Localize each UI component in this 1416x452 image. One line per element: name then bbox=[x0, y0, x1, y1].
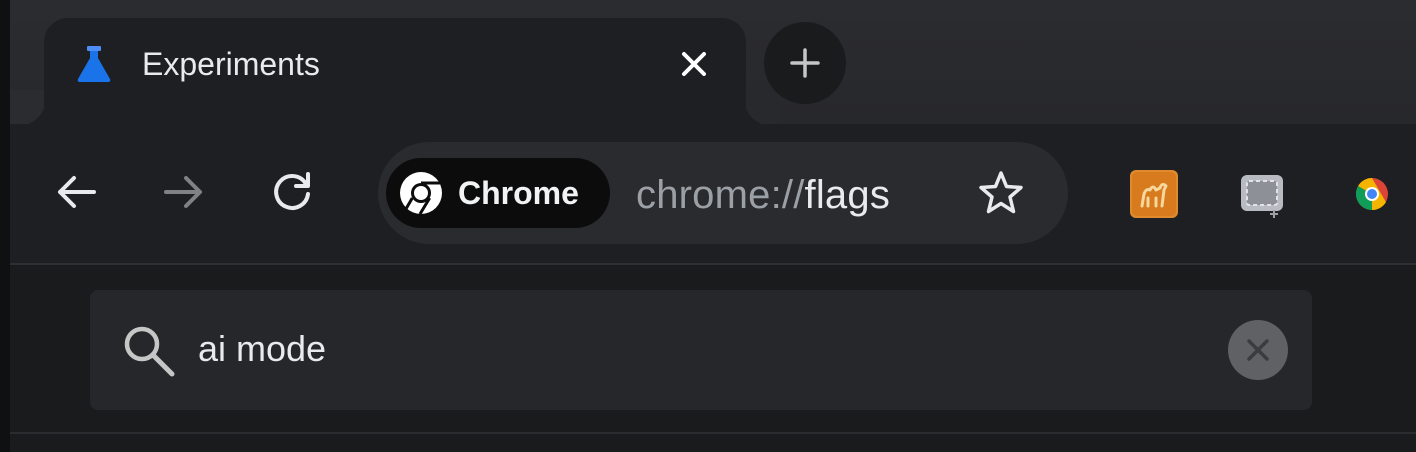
search-input[interactable] bbox=[198, 326, 1198, 372]
tab-curve-left bbox=[10, 90, 46, 126]
close-icon[interactable] bbox=[674, 44, 714, 84]
chrome-icon bbox=[400, 172, 442, 215]
content-divider bbox=[10, 432, 1416, 434]
new-tab-button[interactable] bbox=[764, 22, 846, 104]
chrome-extension-icon[interactable] bbox=[1346, 168, 1398, 220]
screenshot-extension-icon[interactable] bbox=[1236, 168, 1288, 220]
url-text[interactable]: chrome://flags bbox=[636, 172, 890, 218]
tab-curve-right bbox=[744, 90, 780, 126]
camel-extension-icon[interactable] bbox=[1128, 168, 1180, 220]
clear-search-button[interactable] bbox=[1228, 320, 1288, 380]
plus-icon bbox=[790, 48, 820, 78]
clear-icon bbox=[1247, 339, 1269, 361]
reload-button[interactable] bbox=[266, 166, 318, 218]
star-outline-icon[interactable] bbox=[976, 168, 1026, 218]
site-chip-label: Chrome bbox=[458, 175, 579, 211]
flask-icon bbox=[77, 46, 111, 82]
url-scheme: chrome:// bbox=[636, 173, 805, 217]
forward-button[interactable] bbox=[158, 166, 210, 218]
tab-title: Experiments bbox=[142, 46, 320, 82]
search-icon bbox=[124, 326, 175, 377]
window-edge bbox=[0, 0, 10, 452]
url-host: flags bbox=[804, 173, 891, 217]
back-button[interactable] bbox=[50, 166, 102, 218]
